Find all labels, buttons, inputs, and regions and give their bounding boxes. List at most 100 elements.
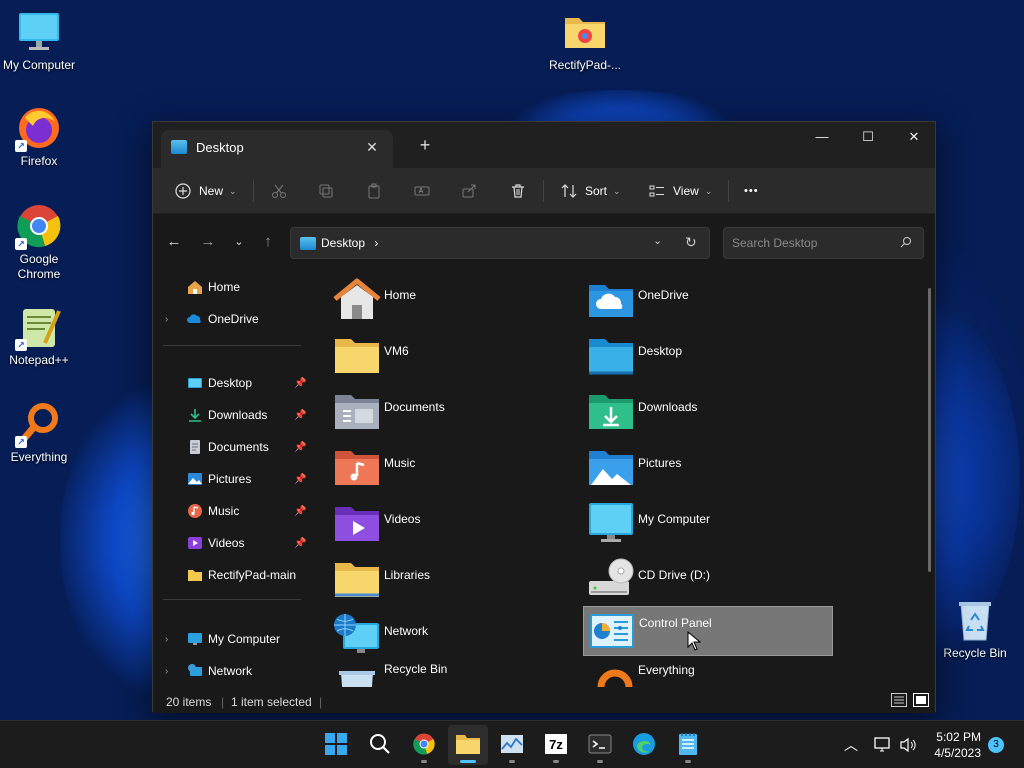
- rename-button[interactable]: [412, 176, 432, 206]
- file-item-vm6[interactable]: VM6: [329, 329, 579, 381]
- desktop-icon-rectifypad[interactable]: RectifyPad-...: [545, 8, 625, 73]
- file-item-documents[interactable]: Documents: [329, 385, 579, 437]
- title-bar[interactable]: Desktop ✕ + — ☐ ✕: [153, 122, 935, 168]
- file-item-label: Network: [384, 624, 429, 638]
- desktop-icon-everything[interactable]: ↗ Everything: [0, 400, 79, 465]
- clock[interactable]: 5:02 PM 4/5/2023: [928, 721, 988, 768]
- sidebar-item-rectifypad-main[interactable]: RectifyPad-main: [153, 561, 311, 589]
- sidebar-item-pictures[interactable]: Pictures 📌: [153, 465, 311, 493]
- file-item-cd-drive[interactable]: CD Drive (D:): [583, 553, 833, 605]
- up-button[interactable]: ↑: [257, 231, 279, 253]
- tiles-view-icon[interactable]: [913, 693, 929, 710]
- sidebar-item-music[interactable]: Music 📌: [153, 497, 311, 525]
- sidebar-item-home[interactable]: Home: [153, 273, 311, 301]
- search-input[interactable]: [732, 234, 892, 252]
- address-bar[interactable]: Desktop › ⌄ ↻: [290, 227, 710, 259]
- delete-button[interactable]: [508, 176, 528, 206]
- taskbar-chrome-button[interactable]: [404, 725, 444, 765]
- file-item-control-panel[interactable]: Control Panel: [583, 606, 833, 656]
- copy-button[interactable]: [316, 176, 336, 206]
- file-item-desktop[interactable]: Desktop: [583, 329, 833, 381]
- share-button[interactable]: [459, 176, 479, 206]
- taskbar-7zip-button[interactable]: 7z: [536, 725, 576, 765]
- sidebar-item-videos[interactable]: Videos 📌: [153, 529, 311, 557]
- file-item-pictures[interactable]: Pictures: [583, 441, 833, 493]
- search-icon: [369, 733, 391, 758]
- desktop-icon-recycle-bin[interactable]: Recycle Bin: [935, 596, 1015, 661]
- paste-button[interactable]: [364, 176, 384, 206]
- sort-button[interactable]: Sort ⌄: [559, 176, 621, 206]
- chevron-up-icon[interactable]: ︿: [844, 735, 858, 755]
- file-item-onedrive[interactable]: OneDrive: [583, 273, 833, 325]
- chevron-right-icon[interactable]: ›: [165, 666, 168, 677]
- vertical-scrollbar[interactable]: [928, 288, 931, 572]
- chevron-down-icon[interactable]: ⌄: [653, 234, 662, 247]
- sidebar-item-my-computer[interactable]: › My Computer: [153, 625, 311, 653]
- sidebar-item-network[interactable]: › Network: [153, 657, 311, 685]
- cut-button[interactable]: [269, 176, 289, 206]
- pin-icon[interactable]: 📌: [294, 378, 306, 389]
- file-item-label: Everything: [638, 663, 695, 677]
- taskbar-notepad-button[interactable]: [668, 725, 708, 765]
- home-icon: [187, 279, 203, 295]
- details-view-icon[interactable]: [891, 693, 907, 710]
- forward-button[interactable]: →: [197, 231, 219, 253]
- pin-icon[interactable]: 📌: [294, 410, 306, 421]
- new-button[interactable]: New ⌄: [173, 176, 237, 206]
- file-item-network[interactable]: Network: [329, 609, 579, 661]
- file-item-everything[interactable]: Everything: [583, 661, 833, 687]
- file-item-libraries[interactable]: Libraries: [329, 553, 579, 605]
- view-button[interactable]: View ⌄: [647, 176, 712, 206]
- new-tab-button[interactable]: +: [413, 134, 437, 158]
- start-button[interactable]: [316, 725, 356, 765]
- speaker-icon: [900, 737, 918, 756]
- pin-icon[interactable]: 📌: [294, 474, 306, 485]
- file-item-my-computer[interactable]: My Computer: [583, 497, 833, 549]
- chevron-right-icon[interactable]: ›: [165, 314, 168, 325]
- breadcrumb-separator-icon[interactable]: ›: [374, 236, 378, 250]
- breadcrumb-desktop[interactable]: Desktop: [321, 236, 365, 250]
- taskbar-search-button[interactable]: [360, 725, 400, 765]
- file-item-home[interactable]: Home: [329, 273, 579, 325]
- recent-locations-button[interactable]: ⌄: [228, 231, 250, 253]
- pin-icon[interactable]: 📌: [294, 442, 306, 453]
- sidebar-item-label: Downloads: [208, 408, 268, 422]
- desktop-icon-firefox[interactable]: ↗ Firefox: [0, 104, 79, 169]
- file-item-music[interactable]: Music: [329, 441, 579, 493]
- desktop-icon: [187, 375, 203, 391]
- sidebar-item-documents[interactable]: Documents 📌: [153, 433, 311, 461]
- desktop-icon-my-computer[interactable]: My Computer: [0, 8, 79, 73]
- file-item-downloads[interactable]: Downloads: [583, 385, 833, 437]
- file-item-videos[interactable]: Videos: [329, 497, 579, 549]
- close-tab-button[interactable]: ✕: [361, 136, 383, 158]
- shortcut-arrow-icon: ↗: [15, 238, 27, 250]
- maximize-button[interactable]: ☐: [845, 122, 891, 152]
- sort-icon: [559, 181, 579, 201]
- sidebar-item-downloads[interactable]: Downloads 📌: [153, 401, 311, 429]
- refresh-icon[interactable]: ↻: [685, 234, 697, 251]
- sidebar-item-label: My Computer: [208, 632, 281, 646]
- tab-desktop[interactable]: Desktop ✕: [161, 130, 393, 168]
- taskbar-terminal-button[interactable]: [580, 725, 620, 765]
- taskbar-task-manager-button[interactable]: [492, 725, 532, 765]
- sidebar-item-desktop[interactable]: Desktop 📌: [153, 369, 311, 397]
- pin-icon[interactable]: 📌: [294, 506, 306, 517]
- pin-icon[interactable]: 📌: [294, 538, 306, 549]
- back-button[interactable]: ←: [163, 231, 185, 253]
- taskbar-edge-button[interactable]: [624, 725, 664, 765]
- taskbar-file-explorer-button[interactable]: [448, 725, 488, 765]
- monitor-icon: [15, 8, 63, 56]
- close-window-button[interactable]: ✕: [891, 122, 937, 152]
- minimize-button[interactable]: —: [799, 122, 845, 152]
- search-box[interactable]: [723, 227, 924, 259]
- sidebar-item-onedrive[interactable]: › OneDrive: [153, 305, 311, 333]
- running-indicator: [685, 760, 691, 763]
- desktop-icon-notepadpp[interactable]: ↗ Notepad++: [0, 303, 79, 368]
- desktop-icon-chrome[interactable]: ↗ Google Chrome: [0, 202, 79, 282]
- more-options-button[interactable]: •••: [744, 176, 759, 206]
- chevron-right-icon[interactable]: ›: [165, 634, 168, 645]
- file-item-recycle-bin[interactable]: Recycle Bin: [329, 662, 579, 687]
- search-icon[interactable]: [900, 236, 912, 251]
- file-item-label: Downloads: [638, 400, 698, 414]
- breadcrumb[interactable]: Desktop ›: [321, 236, 378, 250]
